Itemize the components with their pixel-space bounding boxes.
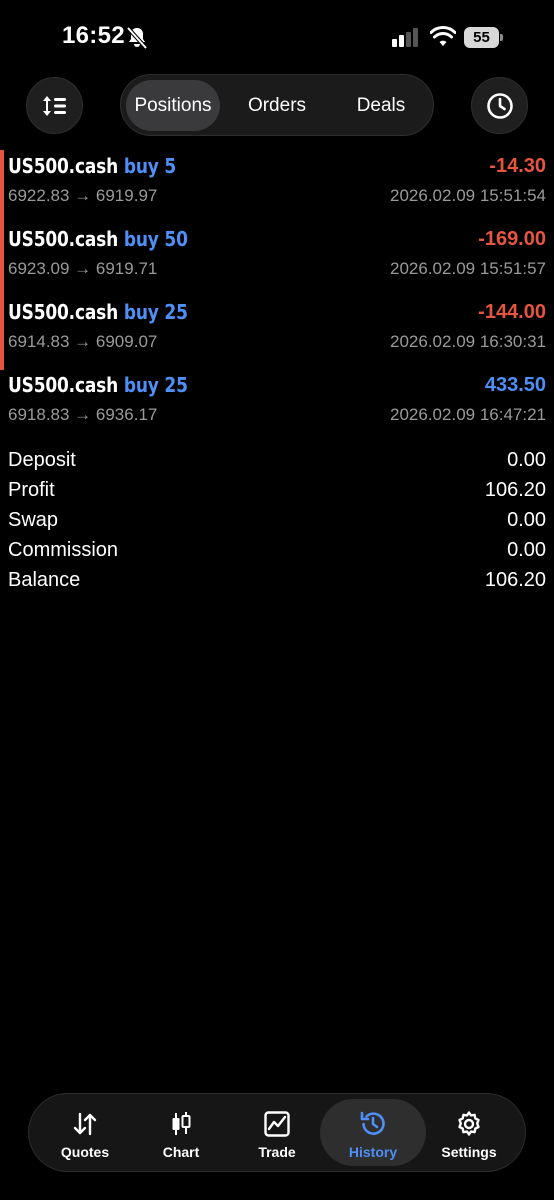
deal-profit: -144.00 xyxy=(478,301,546,323)
history-icon xyxy=(360,1111,385,1135)
deal-prices: 6922.83 → 6919.97 xyxy=(8,186,158,205)
summary-balance: Balance 106.20 xyxy=(8,569,546,599)
tab-settings[interactable]: Settings xyxy=(421,1094,517,1171)
deal-profit: -14.30 xyxy=(489,155,546,177)
summary-label: Balance xyxy=(8,569,81,591)
summary-commission: Commission 0.00 xyxy=(8,539,546,569)
tab-label: Settings xyxy=(441,1144,497,1160)
segment-orders[interactable]: Orders xyxy=(227,80,327,131)
tab-trade[interactable]: Trade xyxy=(229,1094,325,1171)
quotes-icon xyxy=(73,1112,97,1136)
deal-time: 2026.02.09 16:47:21 xyxy=(390,405,546,424)
status-bar: 16:52 55 xyxy=(0,0,554,76)
deal-side: buy 5 xyxy=(123,154,177,178)
summary-value: 0.00 xyxy=(507,539,546,561)
summary-label: Swap xyxy=(8,509,59,531)
settings-icon xyxy=(458,1111,480,1136)
deal-profit: 433.50 xyxy=(484,374,546,396)
summary-value: 0.00 xyxy=(507,509,546,531)
deal-symbol: US500.cash buy 5 xyxy=(8,154,177,178)
deal-row[interactable]: US500.cash buy 25 -144.00 6914.83 → 6909… xyxy=(0,296,554,370)
summary-label: Deposit xyxy=(8,449,76,471)
summary-value: 106.20 xyxy=(484,569,546,591)
deal-row[interactable]: US500.cash buy 50 -169.00 6923.09 → 6919… xyxy=(0,223,554,297)
deal-side: buy 25 xyxy=(123,373,188,397)
summary-value: 0.00 xyxy=(507,449,546,471)
bottom-tab-bar: Quotes Chart Trade History Settings xyxy=(28,1093,526,1172)
status-time: 16:52 xyxy=(62,22,125,49)
period-button[interactable] xyxy=(471,77,528,134)
wifi-icon xyxy=(430,26,456,46)
deal-time: 2026.02.09 15:51:57 xyxy=(390,259,546,278)
deal-prices: 6918.83 → 6936.17 xyxy=(8,405,158,424)
sort-button[interactable] xyxy=(26,77,83,134)
tab-quotes[interactable]: Quotes xyxy=(37,1094,133,1171)
deal-profit: -169.00 xyxy=(478,228,546,250)
loss-marker xyxy=(0,223,4,297)
deal-symbol: US500.cash buy 50 xyxy=(8,227,188,251)
deal-symbol: US500.cash buy 25 xyxy=(8,300,188,324)
summary-label: Commission xyxy=(8,539,119,561)
deal-row[interactable]: US500.cash buy 25 433.50 6918.83 → 6936.… xyxy=(0,369,554,439)
segment-positions[interactable]: Positions xyxy=(126,80,220,131)
cellular-signal-icon xyxy=(392,28,418,47)
chart-icon xyxy=(172,1112,191,1135)
battery-tip xyxy=(500,34,503,41)
clock-icon xyxy=(486,92,513,119)
deal-row[interactable]: US500.cash buy 5 -14.30 6922.83 → 6919.9… xyxy=(0,150,554,224)
tab-label: Chart xyxy=(162,1144,200,1160)
tab-chart[interactable]: Chart xyxy=(133,1094,229,1171)
deal-time: 2026.02.09 15:51:54 xyxy=(390,186,546,205)
summary-deposit: Deposit 0.00 xyxy=(8,449,546,479)
deal-side: buy 25 xyxy=(123,300,188,324)
summary-profit: Profit 106.20 xyxy=(8,479,546,509)
deal-prices: 6914.83 → 6909.07 xyxy=(8,332,158,351)
tab-label: History xyxy=(348,1144,398,1160)
battery-level: 55 xyxy=(464,27,499,48)
battery-indicator: 55 xyxy=(464,27,503,48)
sort-icon xyxy=(42,95,66,116)
bell-slash-icon xyxy=(126,26,148,50)
view-segmented-control: Positions Orders Deals xyxy=(120,74,434,136)
deal-time: 2026.02.09 16:30:31 xyxy=(390,332,546,351)
summary-swap: Swap 0.00 xyxy=(8,509,546,539)
deal-side: buy 50 xyxy=(123,227,188,251)
deal-symbol: US500.cash buy 25 xyxy=(8,373,188,397)
tab-label: Quotes xyxy=(60,1144,110,1160)
tab-label: Trade xyxy=(258,1144,296,1160)
segment-deals[interactable]: Deals xyxy=(331,80,431,131)
loss-marker xyxy=(0,150,4,224)
summary-value: 106.20 xyxy=(484,479,546,501)
deal-prices: 6923.09 → 6919.71 xyxy=(8,259,158,278)
tab-history[interactable]: History xyxy=(320,1099,426,1166)
summary-label: Profit xyxy=(8,479,55,501)
loss-marker xyxy=(0,296,4,370)
trade-icon xyxy=(264,1111,290,1137)
